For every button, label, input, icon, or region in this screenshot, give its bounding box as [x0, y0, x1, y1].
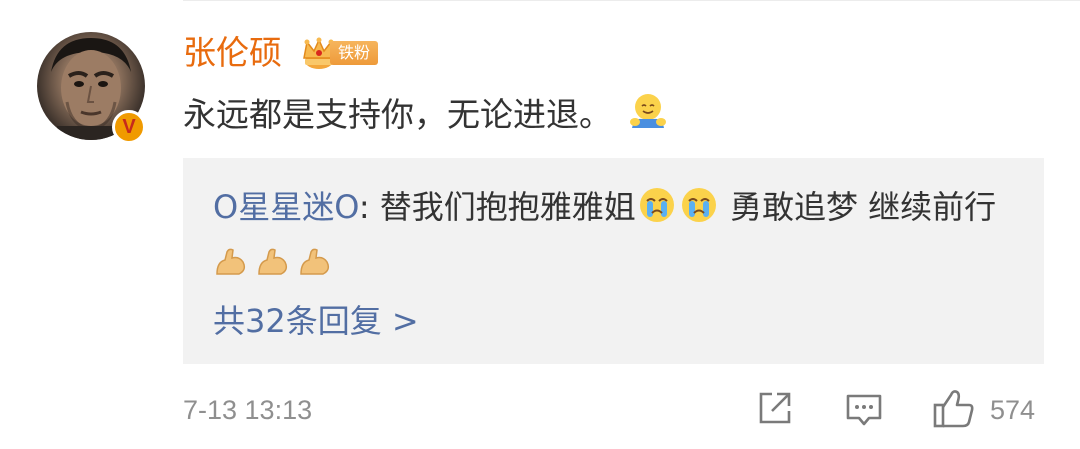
comment-icon [846, 394, 882, 426]
more-replies-link[interactable]: 共32条回复 > [213, 297, 419, 345]
reply-preview-box[interactable]: O星星迷O: 替我们抱抱雅雅姐 勇敢追梦 继续前行 共32条回复 > [183, 158, 1044, 364]
top-divider [183, 0, 1080, 1]
comment-username[interactable]: 张伦硕 [183, 31, 282, 75]
comment-button[interactable] [845, 392, 883, 428]
flexed-biceps-icon [300, 248, 330, 275]
crying-emoji-icon [681, 188, 716, 222]
share-icon [759, 392, 791, 424]
comment-text: 永远都是支持你，无论进退。 [183, 90, 670, 139]
flexed-biceps-icon [258, 248, 288, 275]
share-button[interactable] [756, 389, 794, 427]
comment-body: 永远都是支持你，无论进退。 [183, 95, 612, 134]
reply-body-part1: 替我们抱抱雅雅姐 [379, 188, 636, 226]
comment-timestamp: 7-13 13:13 [183, 395, 313, 425]
thumbs-up-icon [933, 390, 974, 428]
like-button[interactable] [932, 386, 976, 430]
reply-username[interactable]: O星星迷O [213, 188, 359, 226]
verified-badge: V [112, 110, 146, 144]
reply-body-part2: 勇敢追梦 继续前行 [719, 188, 997, 226]
smiling-hug-emoji-icon [630, 94, 666, 128]
fan-badge: 铁粉 [330, 41, 379, 65]
reply-separator: : [358, 188, 380, 226]
like-count: 574 [990, 395, 1036, 425]
reply-preview-text: O星星迷O: 替我们抱抱雅雅姐 勇敢追梦 继续前行 [213, 179, 1023, 291]
crying-emoji-icon [639, 188, 674, 222]
flexed-biceps-icon [216, 248, 246, 275]
